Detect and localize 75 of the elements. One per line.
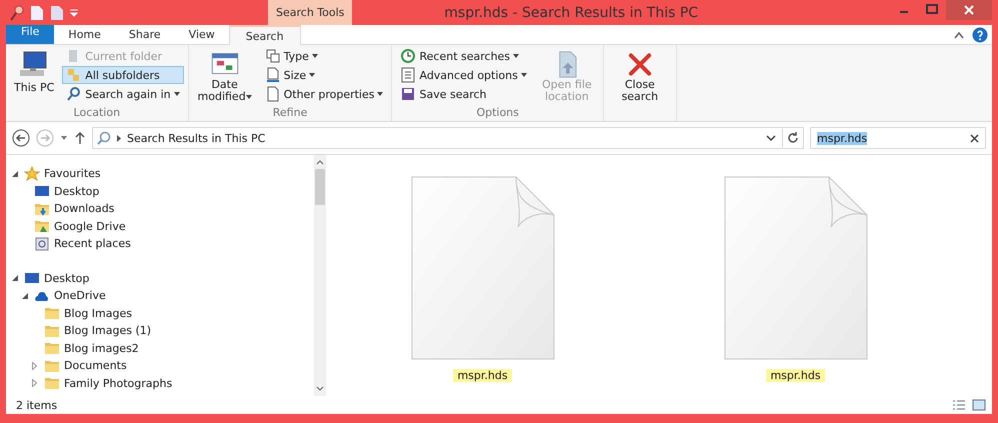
scroll-up-icon[interactable] bbox=[316, 158, 324, 166]
ribbon-icon bbox=[264, 86, 281, 102]
ribbon-icon bbox=[264, 48, 281, 64]
search-field[interactable]: mspr.hds bbox=[810, 127, 986, 149]
help-icon[interactable] bbox=[972, 26, 988, 42]
large-icons-view-icon[interactable] bbox=[972, 399, 986, 411]
back-icon[interactable] bbox=[12, 129, 30, 147]
document-icon[interactable] bbox=[30, 4, 44, 20]
item-count: 2 items bbox=[16, 398, 58, 412]
ribbon-icon bbox=[400, 67, 416, 83]
tree-item[interactable]: Family Photographs bbox=[64, 376, 172, 390]
tree-item[interactable]: Downloads bbox=[54, 202, 114, 216]
group-label: Options bbox=[475, 106, 520, 121]
caret-icon[interactable] bbox=[60, 135, 68, 141]
ribbon-button[interactable]: Date modified bbox=[192, 47, 257, 106]
ribbon-tab[interactable]: Share bbox=[114, 25, 175, 44]
details-view-icon[interactable] bbox=[952, 399, 966, 411]
file-name[interactable]: mspr.hds bbox=[453, 369, 512, 382]
file-name[interactable]: mspr.hds bbox=[766, 369, 825, 382]
collapsed-arrow-icon[interactable] bbox=[32, 379, 37, 388]
tree-item[interactable]: OneDrive bbox=[54, 289, 106, 302]
tree-item[interactable]: Favourites bbox=[44, 167, 101, 180]
ribbon-tab[interactable]: File bbox=[6, 25, 54, 44]
ribbon-tab[interactable]: Home bbox=[54, 25, 115, 44]
window-title: mspr.hds - Search Results in This PC bbox=[443, 4, 700, 20]
scroll-down-icon[interactable] bbox=[316, 385, 324, 393]
tree-item[interactable]: Google Drive bbox=[54, 220, 126, 233]
ribbon-icon bbox=[400, 48, 416, 64]
ribbon-button[interactable]: Type bbox=[260, 47, 388, 65]
tree-item[interactable]: Documents bbox=[64, 359, 127, 372]
tree-item[interactable]: Desktop bbox=[44, 272, 90, 285]
ribbon-button[interactable]: Size bbox=[260, 66, 388, 84]
address-path: Search Results in This PC bbox=[127, 132, 266, 144]
chevron-icon[interactable] bbox=[766, 134, 776, 142]
ribbon-icon bbox=[66, 86, 82, 102]
expanded-arrow-icon[interactable] bbox=[12, 170, 18, 177]
tree-item[interactable]: Blog Images bbox=[64, 306, 132, 320]
search-icon bbox=[97, 131, 111, 145]
scrollbar[interactable] bbox=[314, 155, 326, 396]
up-arrow-icon[interactable] bbox=[74, 131, 86, 145]
search-text: mspr.hds bbox=[817, 132, 868, 144]
ribbon-tab[interactable]: View bbox=[174, 25, 229, 44]
ribbon-icon bbox=[264, 67, 281, 83]
scrollbar-thumb[interactable] bbox=[315, 169, 325, 205]
ribbon-button[interactable]: Save search bbox=[396, 85, 531, 103]
ribbon-icon bbox=[400, 86, 416, 102]
ribbon-button[interactable]: Other properties bbox=[260, 85, 388, 103]
expanded-arrow-icon[interactable] bbox=[22, 292, 28, 299]
tree-item[interactable]: Blog images2 bbox=[64, 342, 139, 355]
clear-icon[interactable] bbox=[970, 134, 979, 142]
group-label: Location bbox=[72, 106, 122, 121]
breadcrumb-arrow-icon[interactable] bbox=[117, 134, 121, 142]
ribbon-button[interactable]: Search again in bbox=[62, 85, 184, 103]
expanded-arrow-icon[interactable] bbox=[12, 275, 18, 282]
ribbon-button[interactable]: This PC bbox=[10, 47, 58, 106]
recent-places-icon bbox=[34, 236, 50, 252]
ribbon-button[interactable]: Advanced options bbox=[396, 66, 531, 84]
search-icon[interactable] bbox=[10, 4, 24, 20]
drive-folder-icon bbox=[34, 218, 50, 234]
ribbon-button[interactable]: Close search bbox=[608, 47, 672, 106]
star-icon bbox=[24, 166, 40, 182]
group-label: Refine bbox=[272, 106, 308, 121]
close-icon[interactable] bbox=[946, 0, 992, 20]
tree-item[interactable]: Blog Images (1) bbox=[64, 324, 152, 338]
ribbon-button[interactable]: All subfolders bbox=[62, 66, 184, 84]
dropdown-icon[interactable] bbox=[70, 8, 78, 16]
context-tab-label: Search Tools bbox=[268, 0, 352, 25]
address-bar[interactable]: Search Results in This PC bbox=[92, 127, 804, 149]
tree-item[interactable]: Recent places bbox=[54, 237, 131, 250]
collapsed-arrow-icon[interactable] bbox=[32, 362, 37, 370]
document-icon[interactable] bbox=[50, 4, 64, 20]
ribbon-tab[interactable]: Search bbox=[228, 25, 301, 45]
tree-item[interactable]: Desktop bbox=[54, 184, 100, 198]
collapse-ribbon-icon[interactable] bbox=[954, 30, 964, 38]
ribbon-button[interactable]: Recent searches bbox=[396, 47, 531, 65]
